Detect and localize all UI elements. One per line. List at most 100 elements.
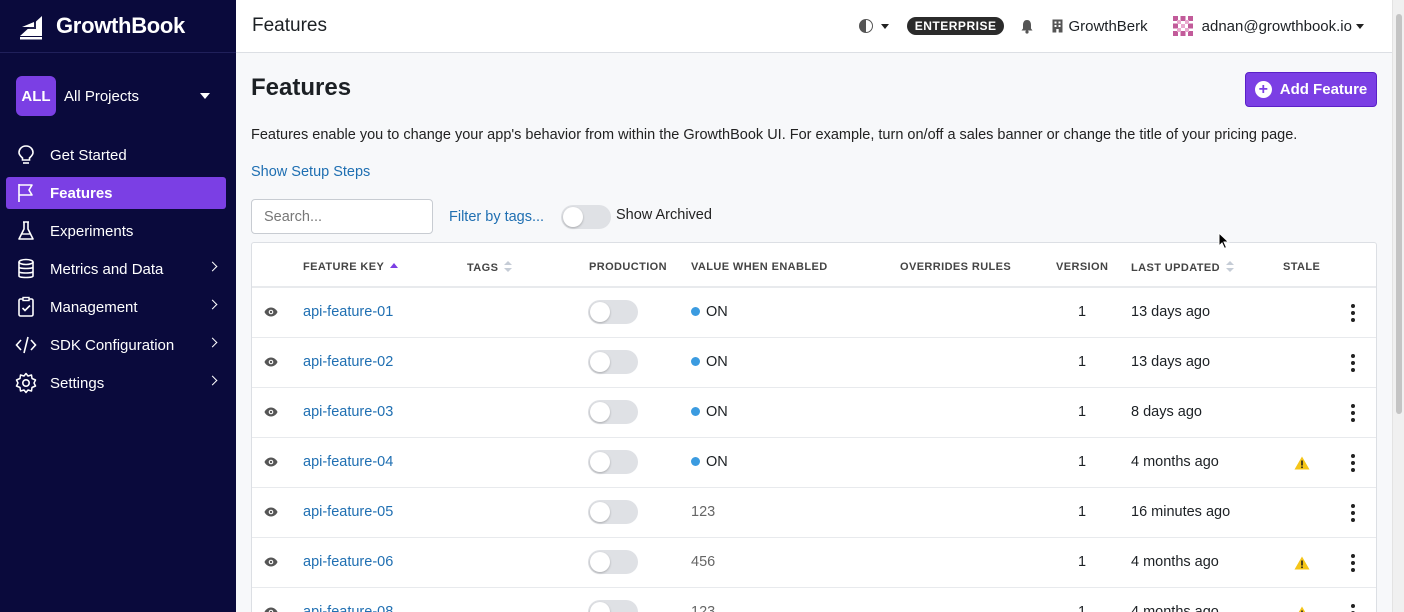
feature-key-link[interactable]: api-feature-02 [303,354,393,370]
scrollbar[interactable] [1392,0,1404,612]
last-updated-cell: 8 days ago [1131,404,1202,420]
sidebar-item-management[interactable]: Management [6,291,226,323]
version-cell: 1 [1078,454,1087,470]
column-header-feature-key[interactable]: FEATURE KEY [303,261,399,273]
chevron-down-icon [200,93,210,99]
building-icon [1052,19,1063,33]
table-row: api-feature-04 ON 1 4 months ago [252,438,1376,488]
chevron-right-icon [207,299,218,310]
column-label: LAST UPDATED [1131,262,1220,274]
eye-icon[interactable] [264,607,278,612]
eye-icon[interactable] [264,557,278,567]
sidebar-item-metrics-and-data[interactable]: Metrics and Data [6,253,226,285]
sidebar-item-features[interactable]: Features [6,177,226,209]
sidebar-item-settings[interactable]: Settings [6,367,226,399]
filter-by-tags-link[interactable]: Filter by tags... [449,209,544,225]
value-text: ON [706,404,728,420]
show-archived-toggle[interactable] [561,205,611,229]
feature-key-link[interactable]: api-feature-04 [303,454,393,470]
show-archived-label: Show Archived [616,207,712,223]
more-options-icon[interactable] [1349,504,1357,522]
database-icon [15,258,37,280]
production-toggle[interactable] [588,550,638,574]
add-feature-button[interactable]: + Add Feature [1245,72,1377,107]
more-options-icon[interactable] [1349,404,1357,422]
sidebar-item-experiments[interactable]: Experiments [6,215,226,247]
more-options-icon[interactable] [1349,554,1357,572]
production-toggle[interactable] [588,350,638,374]
table-header: FEATURE KEY TAGS PRODUCTION VALUE WHEN E… [252,243,1376,288]
last-updated-cell: 4 months ago [1131,554,1219,570]
more-options-icon[interactable] [1349,304,1357,322]
feature-key-link[interactable]: api-feature-06 [303,554,393,570]
chevron-down-icon [1356,23,1364,29]
warning-icon[interactable] [1294,556,1310,570]
column-header-last-updated[interactable]: LAST UPDATED [1131,261,1234,274]
chevron-right-icon [207,337,218,348]
brand-name: GrowthBook [56,13,185,38]
more-options-icon[interactable] [1349,454,1357,472]
value-text: ON [706,304,728,320]
main-content: Features + Add Feature Features enable y… [236,54,1392,612]
flag-icon [15,182,37,204]
feature-key-link[interactable]: api-feature-03 [303,404,393,420]
status-dot [691,407,700,416]
eye-icon[interactable] [264,457,278,467]
page-description: Features enable you to change your app's… [251,127,1298,143]
last-updated-cell: 13 days ago [1131,304,1211,320]
feature-key-link[interactable]: api-feature-08 [303,604,393,612]
clipboard-icon [15,296,37,318]
sidebar-item-get-started[interactable]: Get Started [6,139,226,171]
production-toggle[interactable] [588,600,638,612]
org-selector[interactable]: GrowthBerk [1052,18,1148,35]
plus-icon: + [1254,81,1272,98]
value-cell: 456 [691,554,716,570]
version-cell: 1 [1078,604,1087,612]
eye-icon[interactable] [264,357,278,367]
growthbook-logo-icon [20,16,42,40]
eye-icon[interactable] [264,507,278,517]
flask-icon [15,220,37,242]
version-cell: 1 [1078,504,1087,520]
user-email: adnan@growthbook.io [1201,17,1352,35]
scrollbar-thumb[interactable] [1396,14,1402,414]
value-cell: 123 [691,604,716,612]
sidebar-item-label: Features [50,184,113,202]
eye-icon[interactable] [264,407,278,417]
production-toggle[interactable] [588,300,638,324]
table-row: api-feature-03 ON 1 8 days ago [252,388,1376,438]
warning-icon[interactable] [1294,456,1310,470]
project-name: All Projects [64,87,140,105]
sidebar-item-sdk-configuration[interactable]: SDK Configuration [6,329,226,361]
sidebar-item-label: Metrics and Data [50,260,164,278]
sort-ascending-icon [390,263,399,268]
value-cell: 123 [691,504,716,520]
column-header-stale: STALE [1283,261,1321,273]
table-row: api-feature-05 123 1 16 minutes ago [252,488,1376,538]
production-toggle[interactable] [588,450,638,474]
last-updated-cell: 4 months ago [1131,454,1219,470]
production-toggle[interactable] [588,500,638,524]
warning-icon[interactable] [1294,606,1310,612]
more-options-icon[interactable] [1349,354,1357,372]
feature-key-link[interactable]: api-feature-05 [303,504,393,520]
show-setup-steps-link[interactable]: Show Setup Steps [251,164,370,180]
column-header-version: VERSION [1056,261,1109,273]
chevron-down-icon[interactable] [880,23,889,29]
page-heading: Features [251,74,352,101]
brand[interactable]: GrowthBook [0,0,236,53]
feature-key-link[interactable]: api-feature-01 [303,304,393,320]
table-row: api-feature-02 ON 1 13 days ago [252,338,1376,388]
column-header-tags[interactable]: TAGS [467,261,513,274]
bell-icon[interactable] [1020,19,1034,34]
eye-icon[interactable] [264,307,278,317]
sort-icon [1225,261,1234,272]
features-table: FEATURE KEY TAGS PRODUCTION VALUE WHEN E… [251,242,1377,612]
more-options-icon[interactable] [1349,604,1357,612]
search-input[interactable] [251,199,433,234]
sidebar-item-label: SDK Configuration [50,336,175,354]
user-menu[interactable]: adnan@growthbook.io [1169,13,1364,39]
theme-toggle-icon[interactable] [858,19,873,33]
project-selector[interactable]: ALL All Projects [16,75,220,117]
production-toggle[interactable] [588,400,638,424]
